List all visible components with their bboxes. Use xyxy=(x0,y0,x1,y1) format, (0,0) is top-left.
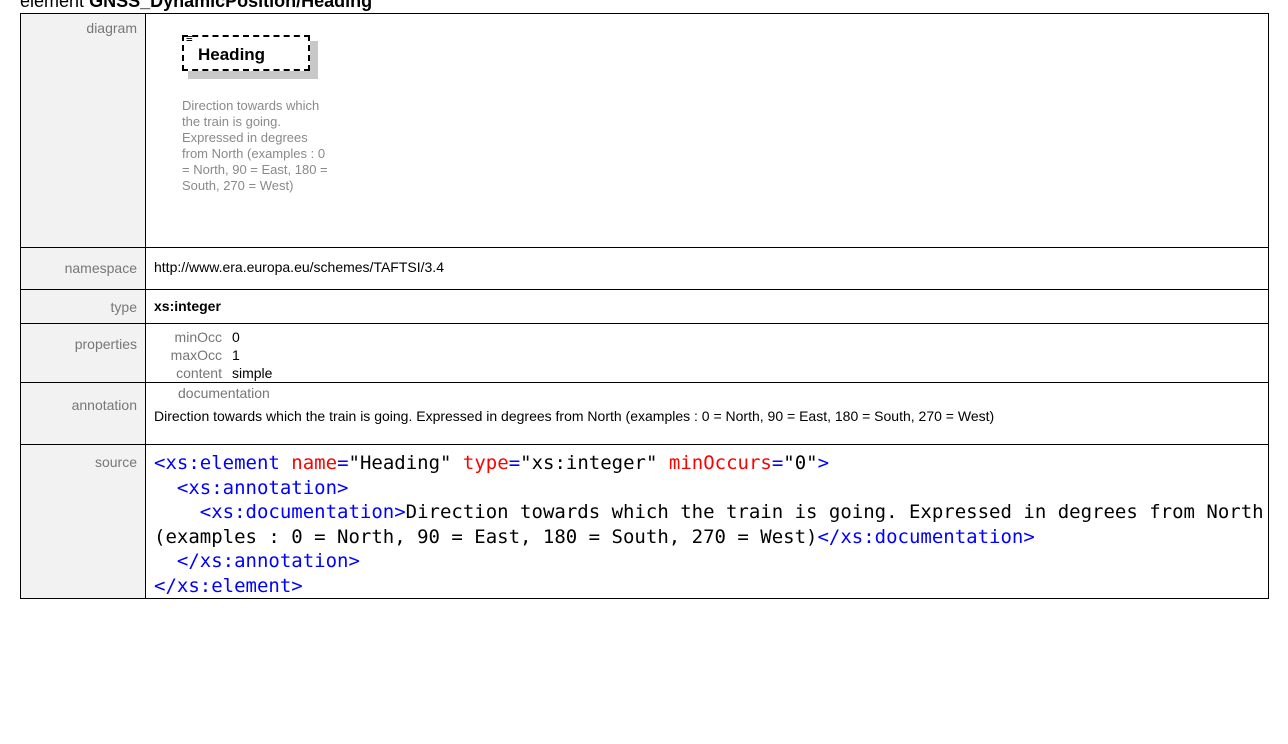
diagram-documentation-text: Direction towards which the train is goi… xyxy=(182,98,328,193)
source-attr-value: "xs:integer" xyxy=(520,452,658,474)
annotation-label: annotation xyxy=(20,382,146,445)
page-title: element GNSS_DynamicPosition/Heading xyxy=(20,0,372,13)
annotation-cell: documentation Direction towards which th… xyxy=(145,382,1269,445)
source-row: source <xs:element name="Heading" type="… xyxy=(20,444,1269,599)
namespace-row: namespace http://www.era.europa.eu/schem… xyxy=(20,247,1269,290)
source-tag: </xs:annotation> xyxy=(176,550,360,572)
source-tag: </xs:documentation> xyxy=(817,525,1035,548)
annotation-row: annotation documentation Direction towar… xyxy=(20,382,1269,445)
properties-cell: minOcc 0 maxOcc 1 content simple xyxy=(145,323,1269,383)
caption-prefix: element xyxy=(20,0,85,11)
source-attr-value: "Heading" xyxy=(348,452,452,474)
property-key: minOcc xyxy=(174,329,222,345)
element-documentation-table: diagram ≡ Heading Direction towards whic… xyxy=(20,13,1269,599)
type-label: type xyxy=(20,289,146,324)
source-code: <xs:element name="Heading" type="xs:inte… xyxy=(154,445,1268,598)
source-tag: <xs:documentation> xyxy=(199,501,406,523)
source-attr-value: "0" xyxy=(783,452,818,474)
property-row: content simple xyxy=(154,364,1268,382)
element-content-icon: ≡ xyxy=(186,32,193,45)
properties-list: minOcc 0 maxOcc 1 content simple xyxy=(154,324,1268,382)
caption-element-name: GNSS_DynamicPosition/Heading xyxy=(89,0,373,11)
source-cell: <xs:element name="Heading" type="xs:inte… xyxy=(145,444,1269,599)
annotation-heading: documentation xyxy=(178,385,270,401)
annotation-text: Direction towards which the train is goi… xyxy=(154,408,995,424)
diagram-label: diagram xyxy=(20,13,146,248)
diagram-cell: ≡ Heading Direction towards which the tr… xyxy=(145,13,1269,248)
property-value: 1 xyxy=(232,347,240,363)
source-tag: > xyxy=(817,452,830,474)
schema-diagram: ≡ Heading Direction towards which the tr… xyxy=(154,14,1268,247)
element-box[interactable]: ≡ Heading xyxy=(182,32,310,71)
source-attr-name: minOccurs xyxy=(668,452,772,474)
property-row: minOcc 0 xyxy=(154,328,1268,346)
source-attr-name: name xyxy=(291,452,338,474)
property-row: maxOcc 1 xyxy=(154,346,1268,364)
property-key: maxOcc xyxy=(170,347,222,363)
source-tag: </xs:element> xyxy=(154,574,303,597)
source-eq: = xyxy=(771,452,784,474)
property-value: simple xyxy=(232,365,273,381)
source-eq: = xyxy=(508,452,521,474)
source-eq: = xyxy=(337,452,349,474)
diagram-row: diagram ≡ Heading Direction towards whic… xyxy=(20,13,1269,248)
namespace-value: http://www.era.europa.eu/schemes/TAFTSI/… xyxy=(145,247,1269,290)
properties-row: properties minOcc 0 maxOcc 1 content simple xyxy=(20,323,1269,383)
type-row: type xs:integer xyxy=(20,289,1269,324)
source-label: source xyxy=(20,444,146,599)
source-attr-name: type xyxy=(462,452,509,474)
properties-label: properties xyxy=(20,323,146,383)
property-value: 0 xyxy=(232,329,240,345)
source-tag: <xs:element xyxy=(154,452,280,474)
type-value: xs:integer xyxy=(145,289,1269,324)
source-tag: <xs:annotation> xyxy=(176,476,349,499)
property-key: content xyxy=(176,365,222,381)
element-box-name: Heading xyxy=(198,45,266,64)
namespace-label: namespace xyxy=(20,247,146,290)
